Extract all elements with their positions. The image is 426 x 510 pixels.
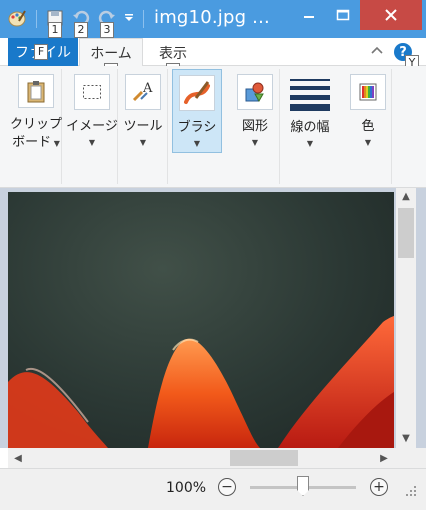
customize-quick-access-icon[interactable] [121,6,137,30]
vertical-scroll-thumb[interactable] [398,208,414,258]
tools-button[interactable]: A ツール ▼ [118,69,168,153]
image-button[interactable]: イメージ ▼ [66,69,118,153]
select-icon [74,74,110,110]
brushes-label: ブラシ [177,120,217,135]
separator [36,10,37,28]
size-button[interactable]: 線の幅 ▼ [282,69,338,153]
zoom-in-button[interactable]: + [370,478,388,496]
keytip-file: F [34,44,48,60]
scroll-up-icon[interactable]: ▲ [398,188,414,204]
scroll-down-icon[interactable]: ▼ [398,430,414,446]
canvas-area[interactable] [0,188,426,448]
colors-label: 色 [361,119,375,134]
chevron-down-icon: ▼ [139,138,147,147]
chevron-down-icon: ▼ [364,138,372,147]
size-label: 線の幅 [290,120,330,135]
chevron-down-icon: ▼ [88,138,96,147]
image-label: イメージ [66,119,118,134]
group-colors: 色 ▼ [344,69,392,184]
maximize-button[interactable] [326,0,360,30]
palette-icon [350,74,386,110]
tools-icon: A [125,74,161,110]
resize-grip-icon[interactable] [404,484,418,498]
image-canvas[interactable] [8,192,394,448]
scroll-left-icon[interactable]: ◀ [10,450,26,466]
keytip-undo: 2 [74,22,88,38]
group-clipboard: クリップ ボード ▼ [10,69,62,184]
clipboard-button[interactable]: クリップ ボード ▼ [10,69,62,153]
brush-icon [179,75,215,111]
horizontal-scrollbar[interactable]: ◀ ▶ [8,448,396,468]
chevron-down-icon: ▼ [193,139,201,148]
zoom-slider-thumb[interactable] [297,476,309,496]
ribbon-tab-row: ファイル ホーム 表示 [0,38,426,67]
status-bar: 100% − + [0,468,426,510]
chevron-down-icon: ▼ [306,139,314,148]
shapes-icon [237,74,273,110]
collapse-ribbon-icon[interactable] [368,42,386,60]
group-size: 線の幅 ▼ [282,69,340,184]
app-menu-icon[interactable] [4,6,30,30]
group-shapes: 図形 ▼ [230,69,280,184]
clipboard-label-2: ボード [12,135,52,150]
separator [143,10,144,28]
zoom-out-button[interactable]: − [218,478,236,496]
close-button[interactable] [360,0,422,30]
group-image: イメージ ▼ [66,69,118,184]
keytip-redo: 3 [100,22,114,38]
ribbon: クリップ ボード ▼ イメージ ▼ A ツール ▼ ブラシ ▼ 図形 ▼ 線の幅… [0,66,426,188]
scroll-right-icon[interactable]: ▶ [376,450,392,466]
colors-button[interactable]: 色 ▼ [344,69,392,153]
title-bar: img10.jpg ... [0,0,426,38]
shapes-button[interactable]: 図形 ▼ [230,69,280,153]
brushes-button[interactable]: ブラシ ▼ [172,69,222,153]
group-brushes: ブラシ ▼ [170,69,226,184]
chevron-down-icon: ▼ [251,138,259,147]
scrollbar-corner [396,448,426,468]
clipboard-icon [18,74,54,108]
line-width-icon [289,75,331,111]
shapes-label: 図形 [241,119,268,134]
tools-label: ツール [123,119,163,134]
keytip-save: 1 [48,22,62,38]
horizontal-scroll-thumb[interactable] [230,450,298,466]
vertical-scrollbar[interactable]: ▲ ▼ [396,188,416,448]
group-tools: A ツール ▼ [118,69,168,184]
minimize-button[interactable] [292,0,326,30]
clipboard-label-1: クリップ [10,117,63,132]
window-title: img10.jpg ... [154,7,270,28]
chevron-down-icon: ▼ [51,139,60,148]
zoom-level: 100% [166,480,207,496]
